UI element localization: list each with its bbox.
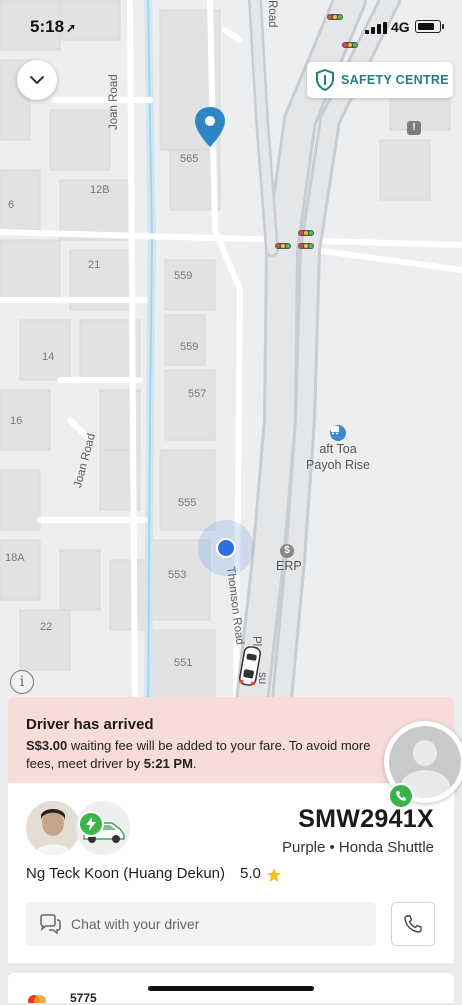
status-bar: 5:18 ➚ 4G — [0, 0, 462, 56]
banner-message: S$3.00 waiting fee will be added to your… — [26, 737, 386, 773]
network-type: 4G — [391, 19, 410, 35]
road-label-joan-road: Joan Road — [108, 74, 120, 130]
status-time-text: 5:18 — [30, 17, 65, 36]
chat-icon — [40, 914, 61, 935]
call-badge-icon[interactable] — [388, 783, 414, 809]
building-number: 555 — [178, 497, 197, 509]
phone-icon — [404, 915, 422, 933]
erp-label: ERP — [276, 559, 302, 573]
chevron-down-icon — [30, 76, 44, 84]
map-view[interactable]: 565 12B 6 21 559 559 14 557 16 555 553 1… — [0, 0, 462, 720]
building-number: 557 — [188, 388, 207, 400]
chat-label: Chat with your driver — [71, 916, 200, 932]
location-arrow-icon: ➚ — [66, 21, 77, 35]
building-number: 565 — [180, 153, 199, 165]
bus-stop-label: aft Toa Payoh Rise — [298, 441, 378, 473]
safety-centre-label: SAFETY CENTRE — [341, 73, 449, 87]
chat-with-driver-button[interactable]: Chat with your driver — [26, 902, 376, 946]
driver-avatar[interactable] — [26, 801, 80, 855]
erp-icon[interactable]: $ — [280, 544, 294, 558]
building-number: 6 — [8, 199, 15, 211]
banner-message-middle: waiting fee will be added to your fare. … — [26, 738, 371, 771]
building-number: 559 — [180, 341, 199, 353]
electric-vehicle-icon — [78, 811, 104, 837]
meet-deadline: 5:21 PM — [143, 756, 193, 771]
building-number: 553 — [168, 569, 187, 581]
car-model: Purple • Honda Shuttle — [281, 839, 434, 856]
driver-name: Ng Teck Koon (Huang Dekun) — [26, 865, 225, 882]
home-indicator[interactable] — [148, 986, 314, 991]
building-number: 559 — [174, 270, 193, 282]
building-number: 16 — [10, 415, 23, 427]
building-number: 21 — [88, 259, 101, 271]
license-plate: SMW2941X — [298, 805, 434, 833]
signal-icon — [365, 22, 387, 34]
user-location-icon — [198, 520, 254, 576]
building-number: 12B — [90, 184, 110, 196]
battery-icon — [415, 20, 444, 33]
map-marker-icon: ! — [407, 121, 421, 135]
trip-bottom-sheet: Driver has arrived S$3.00 waiting fee wi… — [8, 697, 462, 1005]
status-time: 5:18 ➚ — [30, 17, 76, 37]
call-driver-button[interactable] — [391, 902, 435, 946]
waiting-fee: S$3.00 — [26, 738, 68, 753]
mastercard-icon — [28, 995, 46, 1003]
info-icon[interactable]: i — [10, 670, 34, 694]
banner-message-end: . — [192, 756, 197, 771]
building-number: 22 — [40, 621, 53, 633]
shield-icon — [316, 69, 334, 91]
safety-centre-button[interactable]: SAFETY CENTRE — [307, 62, 453, 98]
battery-level — [417, 22, 434, 30]
driver-card: SMW2941X Purple • Honda Shuttle Ng Teck … — [8, 783, 454, 963]
bus-stop-label-line1: aft Toa — [319, 442, 357, 456]
star-icon — [267, 868, 281, 882]
collapse-button[interactable] — [17, 60, 57, 100]
building-number: 14 — [42, 351, 55, 363]
payment-text: 5775 — [70, 991, 97, 1005]
bus-stop-label-line2: Payoh Rise — [306, 458, 370, 472]
location-pin-icon[interactable] — [193, 105, 227, 149]
bus-stop-icon[interactable] — [330, 425, 346, 441]
banner-title: Driver has arrived — [26, 716, 154, 733]
building-number: 18A — [5, 552, 25, 564]
driver-rating: 5.0 — [240, 865, 261, 882]
road-label-pi: Pl — [250, 636, 262, 647]
building-number: 551 — [174, 657, 193, 669]
